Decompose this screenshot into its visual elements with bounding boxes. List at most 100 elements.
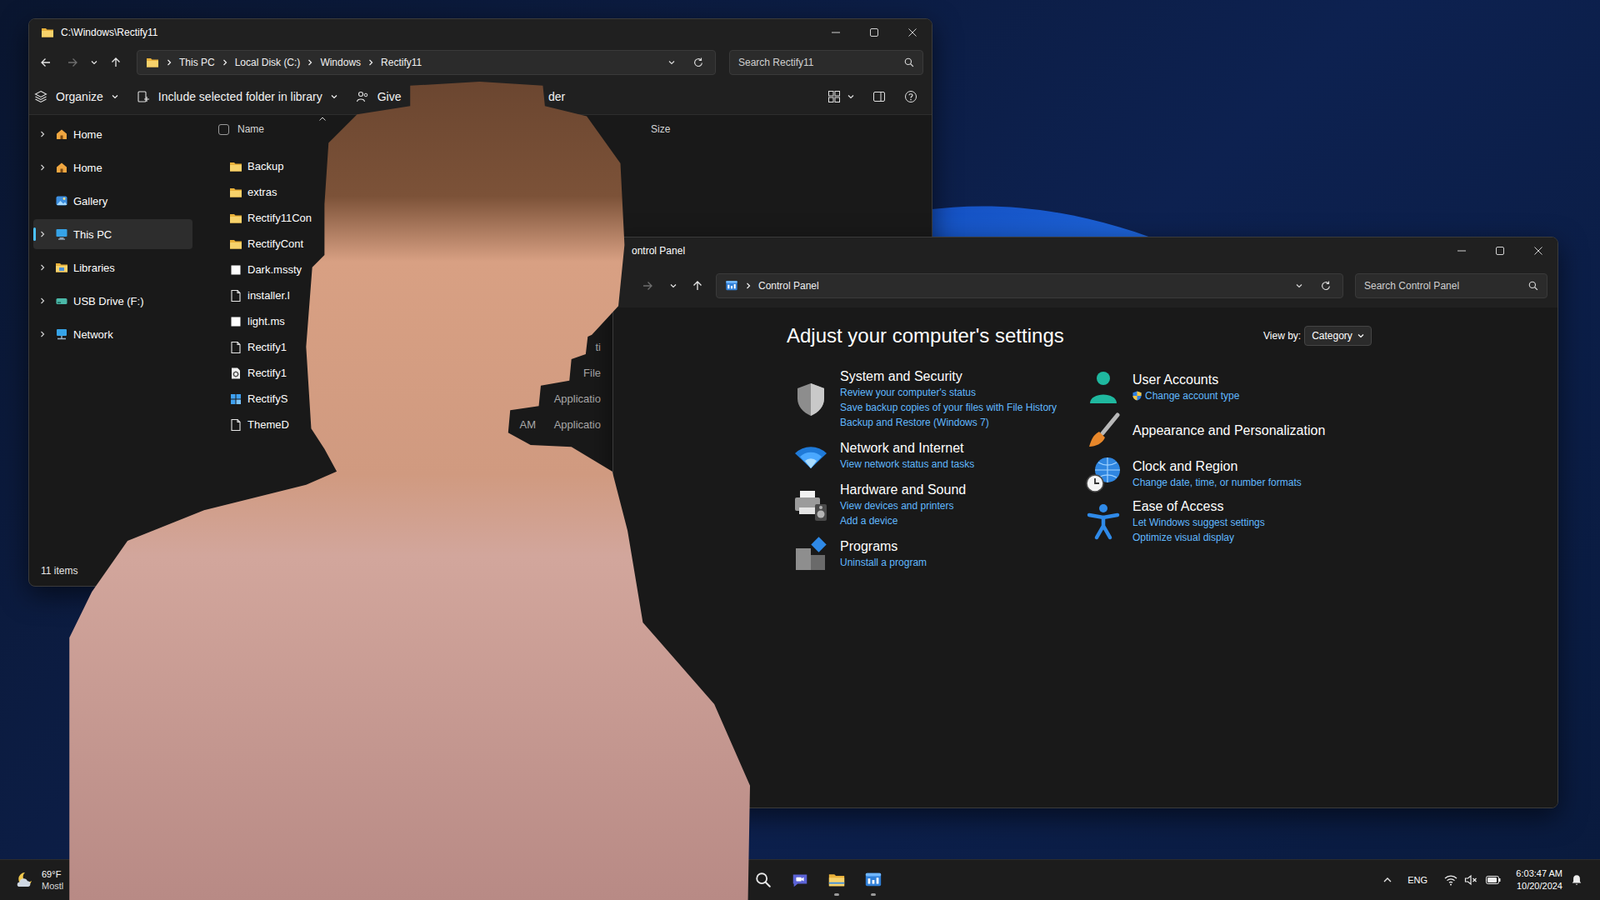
expander[interactable] (38, 230, 47, 239)
minimize-button[interactable] (1442, 237, 1481, 265)
search-box[interactable]: Search Rectify11 (729, 50, 924, 75)
sidebar-item[interactable]: Libraries (33, 252, 193, 283)
maximize-button[interactable] (1480, 237, 1520, 265)
file-row[interactable]: Rectify11Con (197, 205, 932, 231)
chevron-down-icon (847, 93, 855, 100)
expander[interactable] (38, 296, 47, 305)
search-placeholder: Search Control Panel (1364, 280, 1460, 292)
address-dropdown-button[interactable] (1289, 275, 1310, 296)
sidebar-item[interactable]: This PC (33, 219, 193, 250)
up-button[interactable] (685, 274, 710, 298)
clock-time: 6:03:47 AM (1515, 867, 1563, 880)
toolbar-button[interactable]: Give (350, 83, 407, 110)
toolbar-button[interactable]: der (543, 90, 828, 104)
file-name: Rectify11Con (247, 211, 312, 225)
refresh-button[interactable] (688, 52, 709, 73)
address-bar[interactable]: This PC Local Disk (C:) Windows Rectify1… (136, 50, 716, 75)
close-button[interactable] (893, 19, 932, 46)
refresh-button[interactable] (1315, 275, 1336, 296)
recent-locations-button[interactable] (87, 50, 101, 75)
breadcrumb-item[interactable]: Control Panel (758, 280, 820, 292)
breadcrumb-item[interactable]: This PC (179, 56, 215, 69)
weather-widget[interactable]: 69°F Mostl (0, 868, 747, 892)
address-bar[interactable]: Control Panel (715, 273, 1344, 299)
category-link[interactable]: Change date, time, or number formats (1132, 475, 1302, 490)
help-button[interactable] (904, 85, 918, 109)
expander[interactable] (38, 196, 47, 205)
close-button[interactable] (1519, 237, 1558, 265)
category-link[interactable]: Uninstall a program (840, 555, 927, 570)
view-by-dropdown[interactable]: Category (1304, 325, 1372, 346)
minimize-button[interactable] (816, 19, 855, 46)
help-icon (904, 90, 918, 104)
category-link[interactable]: Add a device (840, 513, 966, 529)
taskbar-app[interactable] (856, 863, 890, 897)
category-link[interactable]: Let Windows suggest settings (1132, 515, 1265, 530)
expander[interactable] (38, 130, 47, 139)
category-link[interactable]: Review your computer's status (840, 385, 1057, 400)
sidebar-item[interactable]: USB Drive (F:) (33, 285, 193, 316)
chevron-right-icon (306, 59, 314, 66)
battery-icon[interactable] (1485, 875, 1501, 885)
taskbar-app[interactable] (820, 863, 854, 897)
up-button[interactable] (104, 50, 128, 75)
wifi-icon[interactable] (1444, 873, 1458, 887)
breadcrumb-item[interactable]: Windows (320, 56, 361, 69)
column-header[interactable]: Name (237, 123, 651, 135)
sidebar-item[interactable]: Gallery (33, 185, 193, 216)
sidebar-item[interactable]: Network (33, 319, 193, 350)
select-all-checkbox[interactable] (218, 124, 230, 135)
details-pane-button[interactable] (872, 85, 886, 109)
category: Appearance and Personalization (1084, 411, 1558, 450)
file-row[interactable]: Backup (197, 153, 932, 180)
expander[interactable] (38, 330, 47, 339)
expander[interactable] (38, 263, 47, 272)
back-button[interactable] (34, 50, 58, 75)
desktop: C:\Windows\Rectify11 This PC Local Disk … (0, 0, 1600, 900)
breadcrumb-item[interactable]: Rectify11 (380, 56, 422, 69)
sidebar-item[interactable]: Home (33, 152, 193, 183)
category-link[interactable]: Save backup copies of your files with Fi… (840, 400, 1057, 415)
category-title[interactable]: Network and Internet (840, 440, 975, 457)
control-panel-window[interactable]: ontrol Panel Control Panel Search Contro… (612, 236, 1559, 809)
recent-locations-button[interactable] (666, 274, 680, 298)
category-title[interactable]: Appearance and Personalization (1132, 422, 1325, 440)
maximize-button[interactable] (855, 19, 894, 46)
toolbar-button[interactable]: Organize (29, 83, 124, 110)
chevron-right-icon (39, 264, 46, 271)
expander[interactable] (38, 163, 47, 172)
input-language[interactable]: ENG (1407, 875, 1428, 885)
sidebar-item[interactable]: Home (33, 119, 193, 150)
breadcrumb-item[interactable]: Local Disk (C:) (235, 56, 301, 69)
category-link[interactable]: Optimize visual display (1132, 530, 1265, 545)
category-title[interactable]: Hardware and Sound (840, 481, 966, 499)
column-header[interactable]: Size (650, 123, 932, 135)
category-title[interactable]: System and Security (840, 368, 1057, 385)
search-box[interactable]: Search Control Panel (1355, 273, 1548, 299)
title-bar[interactable]: ontrol Panel (613, 237, 1558, 265)
taskbar-app[interactable] (783, 863, 817, 897)
view-button[interactable] (827, 85, 855, 109)
category-title[interactable]: User Accounts (1132, 371, 1240, 389)
taskbar-app[interactable] (746, 863, 780, 897)
file-row[interactable]: extras (197, 179, 932, 205)
show-hidden-icons-button[interactable] (1382, 875, 1393, 885)
category: System and Security Review your computer… (791, 368, 1085, 430)
forward-button[interactable] (60, 50, 85, 75)
toolbar-button[interactable]: Include selected folder in library (131, 83, 343, 110)
category-link[interactable]: View network status and tasks (840, 456, 975, 472)
category-title[interactable]: Programs (840, 538, 927, 555)
clock[interactable]: 6:03:47 AM 10/20/2024 (1510, 867, 1563, 893)
category-title[interactable]: Clock and Region (1132, 458, 1302, 475)
category-link[interactable]: Change account type (1132, 388, 1240, 404)
category-title[interactable]: Ease of Access (1132, 498, 1265, 515)
address-dropdown-button[interactable] (661, 52, 682, 73)
forward-button[interactable] (635, 274, 660, 298)
notification-bell-icon[interactable] (1570, 874, 1583, 886)
category-link[interactable]: Backup and Restore (Windows 7) (840, 415, 1057, 430)
category-link[interactable]: View devices and printers (840, 498, 966, 514)
sidebar-item-label: Gallery (73, 195, 108, 208)
folder-icon (229, 237, 243, 251)
title-bar[interactable]: C:\Windows\Rectify11 (29, 19, 932, 46)
volume-muted-icon[interactable] (1464, 873, 1478, 887)
